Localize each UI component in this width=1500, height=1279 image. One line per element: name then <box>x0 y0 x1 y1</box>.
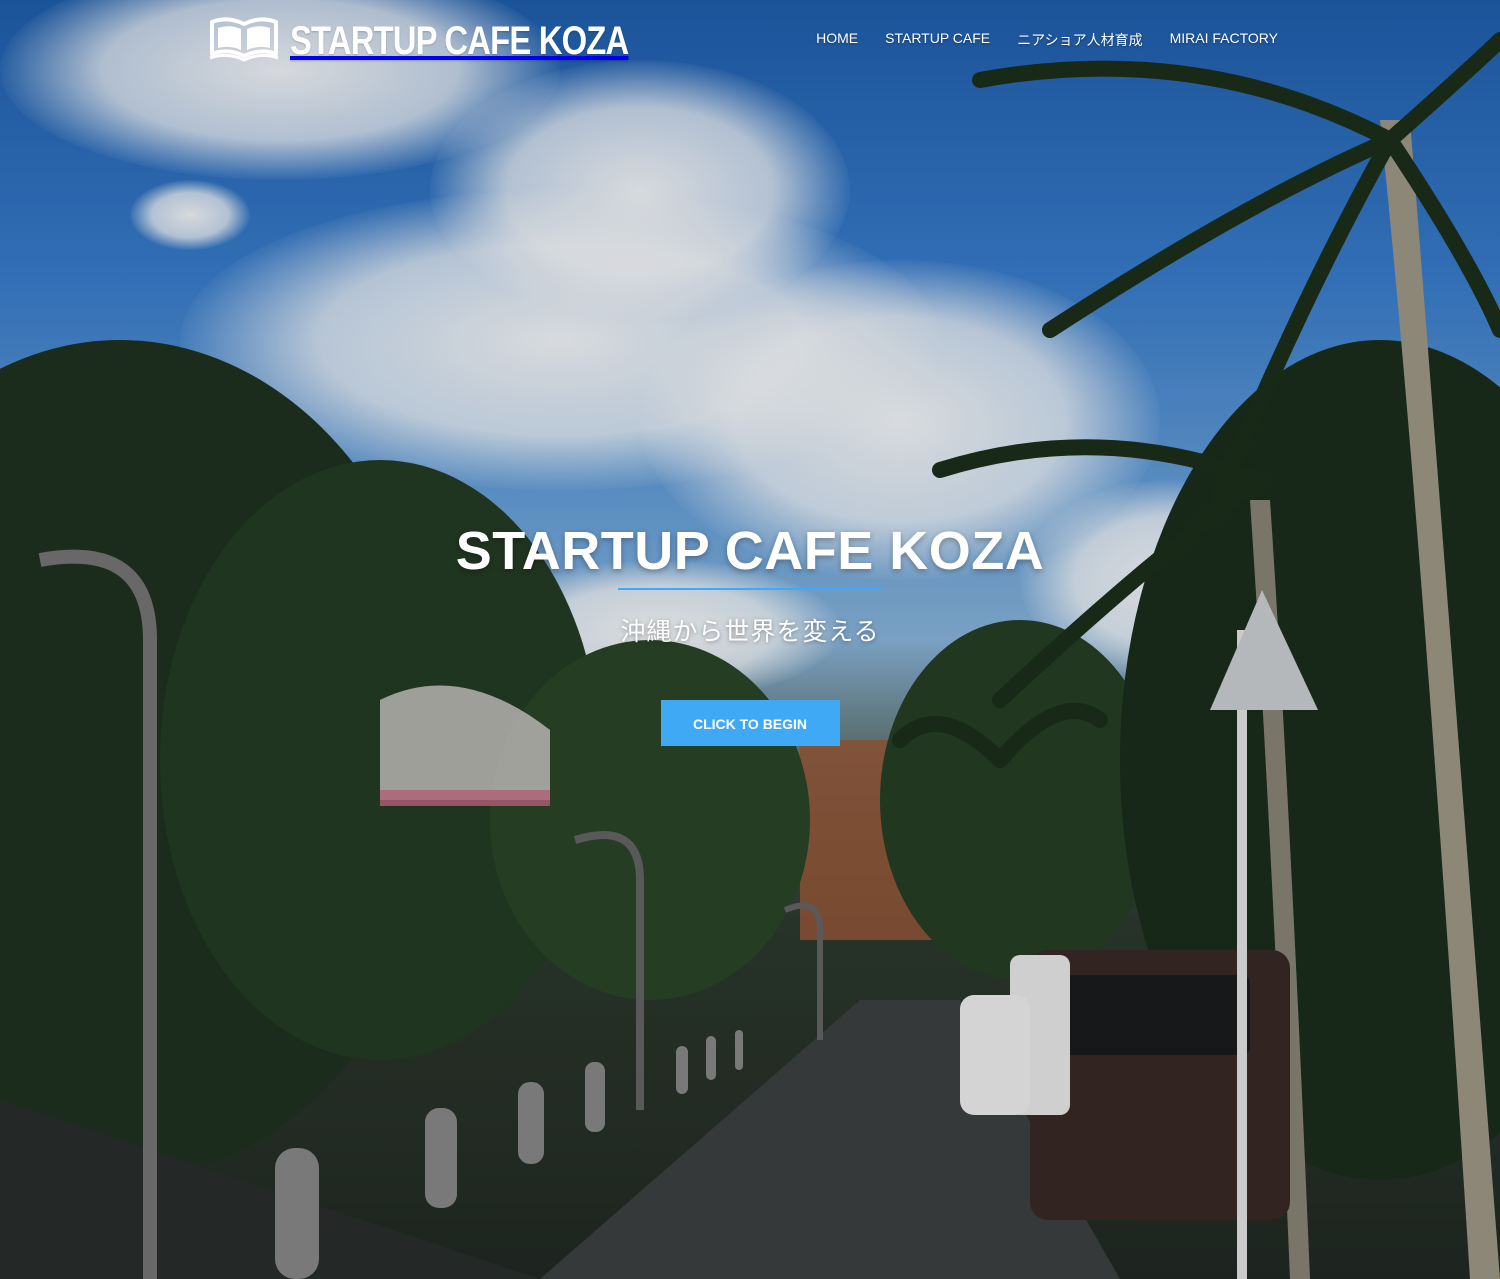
top-navigation-bar: STARTUP CAFE KOZA HOME STARTUP CAFE ニアショ… <box>0 0 1500 80</box>
hero-section: STARTUP CAFE KOZA HOME STARTUP CAFE ニアショ… <box>0 0 1500 1279</box>
nav-item-mirai-factory[interactable]: MIRAI FACTORY <box>1170 30 1278 50</box>
site-logo[interactable]: STARTUP CAFE KOZA <box>208 14 703 69</box>
hero-title: STARTUP CAFE KOZA <box>455 521 1045 581</box>
nav-item-home[interactable]: HOME <box>816 30 858 50</box>
nav-item-nearshore-training[interactable]: ニアショア人材育成 <box>1017 30 1142 50</box>
hero-content: STARTUP CAFE KOZA 沖縄から世界を変える CLICK TO BE… <box>0 520 1500 746</box>
click-to-begin-button[interactable]: CLICK TO BEGIN <box>660 700 840 746</box>
logo-text: STARTUP CAFE KOZA <box>290 19 629 63</box>
nav-item-startup-cafe[interactable]: STARTUP CAFE <box>885 30 990 50</box>
open-book-icon <box>208 14 280 69</box>
main-nav: HOME STARTUP CAFE ニアショア人材育成 MIRAI FACTOR… <box>789 30 1278 50</box>
hero-divider <box>618 588 882 590</box>
hero-subtitle: 沖縄から世界を変える <box>620 617 880 646</box>
